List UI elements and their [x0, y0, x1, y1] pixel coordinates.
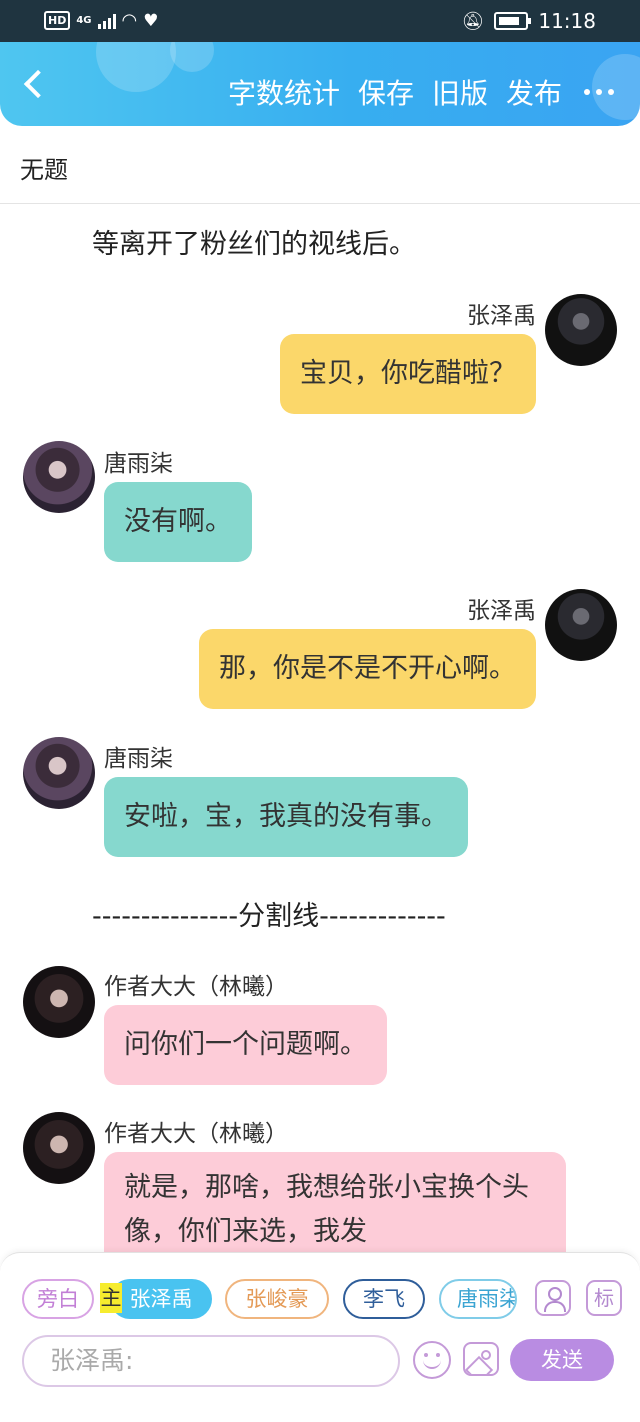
message-bubble[interactable]: 安啦，宝，我真的没有事。	[104, 777, 468, 857]
section-divider-text: ---------------分割线-------------	[92, 901, 446, 932]
send-button[interactable]: 发送	[510, 1339, 614, 1381]
character-manage-icon[interactable]	[535, 1280, 571, 1316]
avatar-tang-yuqi[interactable]	[23, 441, 95, 513]
hd-indicator: HD	[44, 11, 71, 30]
avatar-author-linxi[interactable]	[23, 966, 95, 1038]
publish-button[interactable]: 发布	[506, 72, 562, 112]
speaker-name: 唐雨柒	[104, 451, 173, 477]
document-title[interactable]: 无题	[20, 150, 68, 185]
role-chip-zhang-zeyu[interactable]: 张泽禹	[110, 1279, 212, 1319]
composer-panel: 旁白 张泽禹 主 张峻豪 李飞 唐雨柒 标 张泽禹: 发送	[0, 1252, 640, 1422]
speaker-name: 作者大大（林曦）	[104, 974, 288, 1000]
image-icon[interactable]	[463, 1342, 499, 1376]
avatar-author-linxi[interactable]	[23, 1112, 95, 1184]
signal-icon	[97, 13, 116, 29]
word-count-button[interactable]: 字数统计	[228, 72, 340, 112]
save-button[interactable]: 保存	[358, 72, 414, 112]
network-type: 4G	[76, 15, 92, 26]
editor-header: 字数统计 保存 旧版 发布	[0, 42, 640, 126]
avatar-zhang-zeyu[interactable]	[545, 294, 617, 366]
avatar-zhang-zeyu[interactable]	[545, 589, 617, 661]
emoji-icon[interactable]	[413, 1341, 451, 1379]
speaker-name: 唐雨柒	[104, 746, 173, 772]
role-chip-zhang-junhao[interactable]: 张峻豪	[225, 1279, 329, 1319]
message-bubble[interactable]: 那，你是不是不开心啊。	[199, 629, 536, 709]
role-chip-li-fei[interactable]: 李飞	[343, 1279, 425, 1319]
battery-icon	[494, 12, 532, 30]
back-arrow-icon[interactable]	[20, 66, 50, 102]
message-bubble[interactable]: 问你们一个问题啊。	[104, 1005, 387, 1085]
main-role-marker: 主	[100, 1283, 122, 1313]
mute-bell-icon: 🔕︎	[461, 10, 485, 32]
old-version-button[interactable]: 旧版	[432, 72, 488, 112]
avatar-tang-yuqi[interactable]	[23, 737, 95, 809]
speaker-name: 作者大大（林曦）	[104, 1121, 288, 1147]
chat-content[interactable]: 等离开了粉丝们的视线后。 张泽禹 宝贝，你吃醋啦？ 唐雨柒 没有啊。 张泽禹 那…	[0, 204, 640, 1254]
speaker-name: 张泽禹	[467, 598, 536, 624]
heart-rate-icon: ♥	[143, 10, 159, 31]
message-bubble[interactable]: 宝贝，你吃醋啦？	[280, 334, 536, 414]
more-options-icon[interactable]	[584, 89, 614, 95]
message-input[interactable]: 张泽禹:	[22, 1335, 400, 1387]
role-chip-aside[interactable]: 旁白	[22, 1279, 94, 1319]
message-bubble[interactable]: 就是，那啥，我想给张小宝换个头像，你们来选，我发	[104, 1152, 566, 1254]
tag-button[interactable]: 标	[586, 1280, 622, 1316]
status-bar: HD 4G ◠ ♥ 🔕︎ 11:18	[0, 0, 640, 42]
role-chip-tang-yuqi[interactable]: 唐雨柒	[439, 1279, 517, 1319]
wifi-icon: ◠	[121, 10, 138, 31]
narration-text: 等离开了粉丝们的视线后。	[92, 229, 416, 260]
message-bubble[interactable]: 没有啊。	[104, 482, 252, 562]
clock: 11:18	[538, 9, 596, 33]
speaker-name: 张泽禹	[467, 303, 536, 329]
